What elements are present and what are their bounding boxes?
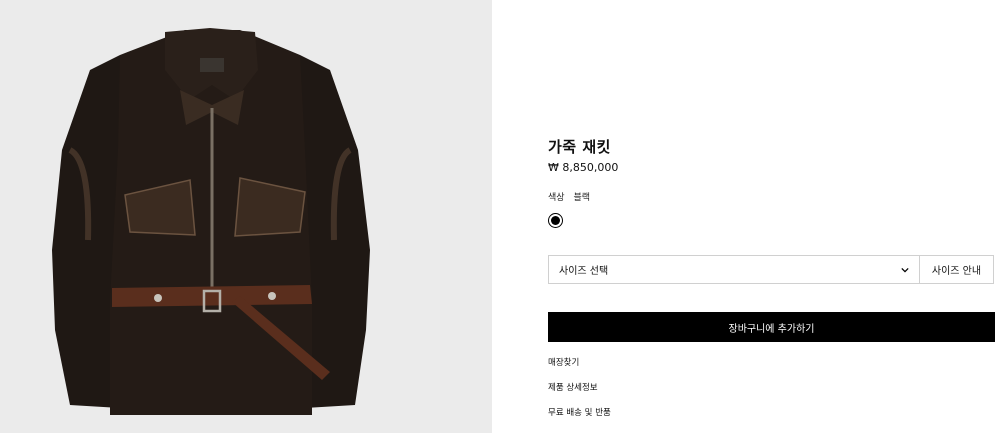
color-swatch-black[interactable]	[548, 213, 563, 228]
swatch-fill	[551, 216, 560, 225]
chevron-down-icon	[901, 267, 909, 272]
product-title: 가죽 재킷	[548, 138, 611, 156]
product-info-panel: 가죽 재킷 ₩ 8,850,000 색상 블랙 사이즈 선택 사이즈 안내 장바…	[548, 0, 995, 433]
size-selector-row: 사이즈 선택 사이즈 안내	[548, 255, 994, 284]
size-select-dropdown[interactable]: 사이즈 선택	[549, 256, 920, 283]
product-details-link[interactable]: 제품 상세정보	[548, 381, 598, 393]
size-select-label: 사이즈 선택	[559, 266, 609, 277]
add-to-cart-button[interactable]: 장바구니에 추가하기	[548, 312, 995, 342]
product-image[interactable]	[0, 0, 492, 433]
store-finder-link[interactable]: 매장찾기	[548, 356, 579, 368]
shipping-returns-link[interactable]: 무료 배송 및 반품	[548, 406, 611, 418]
color-info: 색상 블랙	[548, 190, 590, 203]
product-price: ₩ 8,850,000	[548, 161, 619, 174]
color-label: 색상	[548, 193, 565, 203]
color-value: 블랙	[573, 193, 590, 203]
size-guide-button[interactable]: 사이즈 안내	[920, 256, 993, 283]
jacket-illustration	[0, 0, 492, 433]
